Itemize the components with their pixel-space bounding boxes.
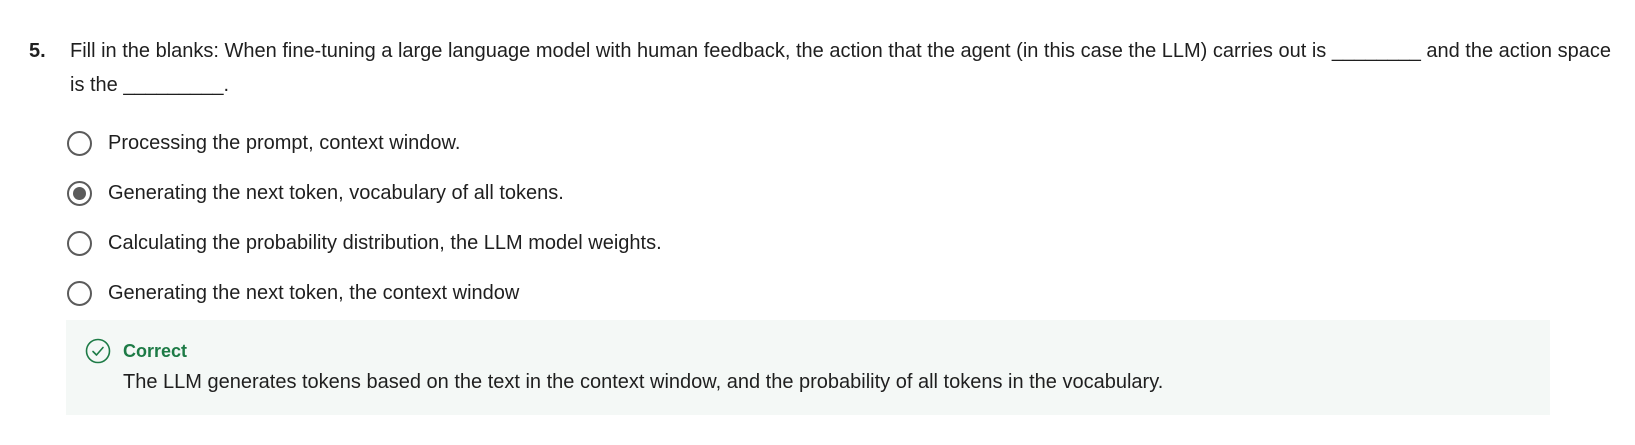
question-number: 5. <box>29 40 46 62</box>
answer-option-4[interactable]: Generating the next token, the context w… <box>67 268 662 318</box>
radio-button-1[interactable] <box>67 130 92 156</box>
radio-button-2[interactable] <box>67 180 92 206</box>
feedback-panel: Correct The LLM generates tokens based o… <box>66 320 1550 415</box>
feedback-status: Correct <box>123 341 188 361</box>
radio-button-4[interactable] <box>67 280 92 306</box>
answer-option-label[interactable]: Generating the next token, the context w… <box>108 282 519 305</box>
answer-option-3[interactable]: Calculating the probability distribution… <box>67 218 662 268</box>
radio-button-3[interactable] <box>67 230 92 256</box>
answer-option-1[interactable]: Processing the prompt, context window. <box>67 118 662 168</box>
feedback-message: The LLM generates tokens based on the te… <box>123 371 1164 393</box>
check-circle-icon <box>85 338 111 364</box>
answer-option-2[interactable]: Generating the next token, vocabulary of… <box>67 168 662 218</box>
answer-option-label[interactable]: Calculating the probability distribution… <box>108 232 662 255</box>
question-text: Fill in the blanks: When fine-tuning a l… <box>70 40 1611 96</box>
answer-option-label[interactable]: Processing the prompt, context window. <box>108 132 460 155</box>
answer-option-label[interactable]: Generating the next token, vocabulary of… <box>108 182 564 205</box>
answer-options: Processing the prompt, context window. G… <box>67 118 662 318</box>
